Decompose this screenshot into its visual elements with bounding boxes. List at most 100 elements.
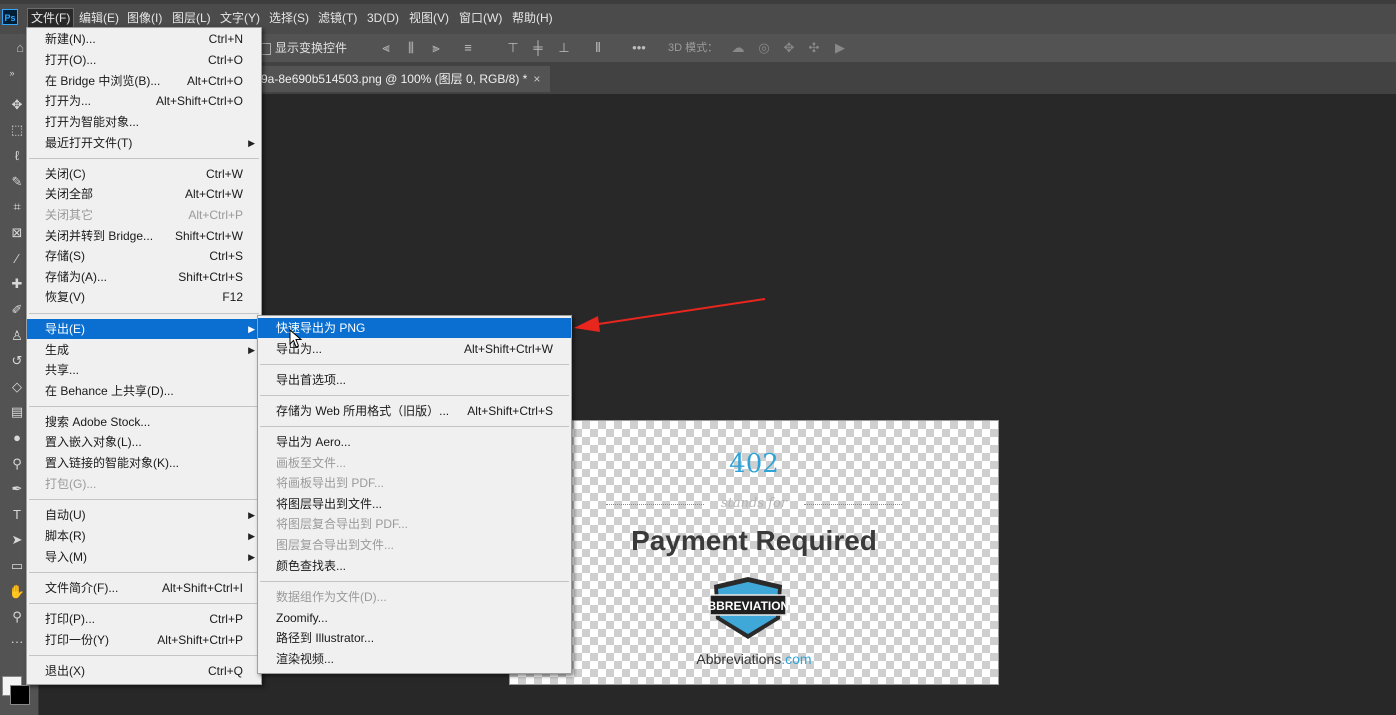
menu-file[interactable]: 文件(F) <box>26 8 75 28</box>
menu-item-generate[interactable]: 生成 ▶ <box>27 340 261 360</box>
menu-item-open-as[interactable]: 打开为... Alt+Shift+Ctrl+O <box>27 91 261 111</box>
menu-item-export-aero[interactable]: 导出为 Aero... <box>258 432 571 452</box>
align-left-icon[interactable]: ⫷ <box>378 40 394 56</box>
lasso-tool-icon[interactable]: ℓ <box>7 147 27 165</box>
3d-orbit-icon[interactable]: ☁ <box>730 40 746 56</box>
menu-filter[interactable]: 滤镜(T) <box>315 9 360 27</box>
type-tool-icon[interactable]: T <box>7 506 27 524</box>
canvas-site: Abbreviations.com <box>510 651 998 667</box>
menu-item-revert[interactable]: 恢复(V) F12 <box>27 287 261 307</box>
align-center-icon[interactable]: ⫼ <box>403 40 419 56</box>
menu-item-close[interactable]: 关闭(C) Ctrl+W <box>27 164 261 184</box>
menu-item-print-one-copy[interactable]: 打印一份(Y) Alt+Shift+Ctrl+P <box>27 630 261 650</box>
menu-item-render-video[interactable]: 渲染视频... <box>258 649 571 669</box>
menu-item-zoomify[interactable]: Zoomify... <box>258 608 571 628</box>
menu-item-new[interactable]: 新建(N)... Ctrl+N <box>27 29 261 49</box>
menu-help[interactable]: 帮助(H) <box>509 9 556 27</box>
3d-camera-icon[interactable]: ▶ <box>832 40 848 56</box>
eyedropper-tool-icon[interactable]: ⁄ <box>7 250 27 268</box>
menu-item-close-go-bridge[interactable]: 关闭并转到 Bridge... Shift+Ctrl+W <box>27 226 261 246</box>
more-options-icon[interactable]: ••• <box>629 40 649 56</box>
menu-item-search-adobe-stock[interactable]: 搜索 Adobe Stock... <box>27 412 261 432</box>
menu-item-browse-bridge[interactable]: 在 Bridge 中浏览(B)... Alt+Ctrl+O <box>27 71 261 91</box>
zoom-tool-icon[interactable]: ⚲ <box>7 608 27 626</box>
menu-item-open-smart-object[interactable]: 打开为智能对象... <box>27 112 261 132</box>
menu-item-close-all[interactable]: 关闭全部 Alt+Ctrl+W <box>27 184 261 204</box>
menu-separator <box>29 603 259 604</box>
menu-item-quick-export-png[interactable]: 快速导出为 PNG <box>258 318 571 338</box>
menu-item-import[interactable]: 导入(M) ▶ <box>27 547 261 567</box>
3d-slide-icon[interactable]: ✣ <box>806 40 822 56</box>
menu-image[interactable]: 图像(I) <box>124 9 165 27</box>
menu-separator <box>29 655 259 656</box>
3d-roll-icon[interactable]: ◎ <box>756 40 772 56</box>
align-bottom-icon[interactable]: ⊥ <box>556 40 572 56</box>
frame-tool-icon[interactable]: ⊠ <box>7 224 27 242</box>
submenu-arrow-icon: ▶ <box>248 345 255 355</box>
menu-type[interactable]: 文字(Y) <box>217 9 263 27</box>
menu-item-recent-files[interactable]: 最近打开文件(T) ▶ <box>27 133 261 153</box>
site-domain: .com <box>781 651 812 667</box>
menu-3d[interactable]: 3D(D) <box>364 9 402 27</box>
document-tab[interactable]: 9a-8e690b514503.png @ 100% (图层 0, RGB/8)… <box>255 66 551 92</box>
menu-item-export-as[interactable]: 导出为... Alt+Shift+Ctrl+W <box>258 339 571 359</box>
blur-tool-icon[interactable]: ● <box>7 429 27 447</box>
site-name: Abbreviations <box>696 651 782 667</box>
document-tab-title: 9a-8e690b514503.png @ 100% (图层 0, RGB/8)… <box>261 72 528 86</box>
3d-pan-icon[interactable]: ✥ <box>781 40 797 56</box>
pen-tool-icon[interactable]: ✒ <box>7 480 27 498</box>
menu-item-export[interactable]: 导出(E) ▶ <box>27 319 261 339</box>
menu-item-share[interactable]: 共享... <box>27 360 261 380</box>
menu-item-print[interactable]: 打印(P)... Ctrl+P <box>27 609 261 629</box>
submenu-arrow-icon: ▶ <box>248 552 255 562</box>
menu-edit[interactable]: 编辑(E) <box>76 9 122 27</box>
menu-item-exit[interactable]: 退出(X) Ctrl+Q <box>27 661 261 681</box>
distribute-vertical-icon[interactable]: ⫴ <box>590 40 606 56</box>
history-brush-tool-icon[interactable]: ↺ <box>7 352 27 370</box>
align-middle-icon[interactable]: ╪ <box>530 40 546 56</box>
menu-item-scripts[interactable]: 脚本(R) ▶ <box>27 526 261 546</box>
quick-selection-tool-icon[interactable]: ✎ <box>7 173 27 191</box>
collapse-panel-icon[interactable]: » <box>2 64 22 82</box>
edit-toolbar-icon[interactable]: ··· <box>7 633 27 651</box>
crop-tool-icon[interactable]: ⌗ <box>7 198 27 216</box>
gradient-tool-icon[interactable]: ▤ <box>7 403 27 421</box>
hand-tool-icon[interactable]: ✋ <box>7 583 27 601</box>
menu-item-color-lookup-tables[interactable]: 颜色查找表... <box>258 556 571 576</box>
eraser-tool-icon[interactable]: ◇ <box>7 378 27 396</box>
menu-item-open[interactable]: 打开(O)... Ctrl+O <box>27 50 261 70</box>
menu-item-file-info[interactable]: 文件简介(F)... Alt+Shift+Ctrl+I <box>27 578 261 598</box>
document-canvas[interactable]: 402 stands for Payment Required ABBREVIA… <box>509 420 999 685</box>
menu-item-place-embedded[interactable]: 置入嵌入对象(L)... <box>27 432 261 452</box>
menu-item-paths-to-illustrator[interactable]: 路径到 Illustrator... <box>258 628 571 648</box>
menu-separator <box>260 364 569 365</box>
menu-item-layers-to-files[interactable]: 将图层导出到文件... <box>258 494 571 514</box>
dodge-tool-icon[interactable]: ⚲ <box>7 455 27 473</box>
marquee-tool-icon[interactable]: ⬚ <box>7 121 27 139</box>
path-selection-tool-icon[interactable]: ➤ <box>7 531 27 549</box>
align-right-icon[interactable]: ⫸ <box>428 40 444 56</box>
menu-item-place-linked[interactable]: 置入链接的智能对象(K)... <box>27 453 261 473</box>
close-tab-icon[interactable]: × <box>533 72 540 86</box>
align-top-icon[interactable]: ⊤ <box>505 40 521 56</box>
move-tool-icon[interactable]: ✥ <box>7 96 27 114</box>
menu-window[interactable]: 窗口(W) <box>456 9 505 27</box>
menu-item-automate[interactable]: 自动(U) ▶ <box>27 505 261 525</box>
menu-item-save[interactable]: 存储(S) Ctrl+S <box>27 246 261 266</box>
menu-item-save-for-web[interactable]: 存储为 Web 所用格式（旧版）... Alt+Shift+Ctrl+S <box>258 401 571 421</box>
menu-item-layer-comps-to-pdf: 将图层复合导出到 PDF... <box>276 517 409 531</box>
submenu-arrow-icon: ▶ <box>248 324 255 334</box>
show-transform-controls-checkbox[interactable]: 显示变换控件 <box>259 40 347 56</box>
menu-item-save-as[interactable]: 存储为(A)... Shift+Ctrl+S <box>27 267 261 287</box>
healing-brush-tool-icon[interactable]: ✚ <box>7 275 27 293</box>
distribute-icon[interactable]: ≡ <box>460 40 476 56</box>
background-color-swatch[interactable] <box>10 685 30 705</box>
brush-tool-icon[interactable]: ✐ <box>7 301 27 319</box>
menu-item-share-behance[interactable]: 在 Behance 上共享(D)... <box>27 381 261 401</box>
menu-layer[interactable]: 图层(L) <box>169 9 214 27</box>
menu-view[interactable]: 视图(V) <box>406 9 452 27</box>
clone-stamp-tool-icon[interactable]: ♙ <box>7 327 27 345</box>
menu-select[interactable]: 选择(S) <box>266 9 312 27</box>
rectangle-tool-icon[interactable]: ▭ <box>7 557 27 575</box>
menu-item-export-preferences[interactable]: 导出首选项... <box>258 370 571 390</box>
